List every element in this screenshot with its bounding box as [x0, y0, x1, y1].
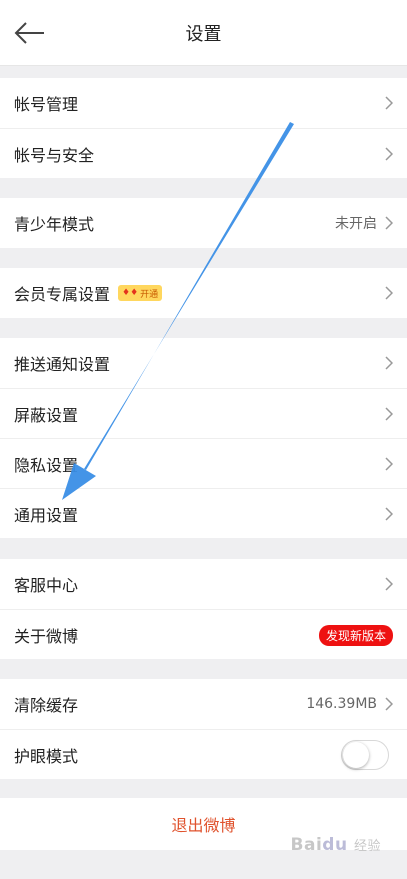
new-version-badge: 发现新版本	[318, 624, 393, 646]
row-label: 关于微博	[14, 626, 79, 646]
row-label: 通用设置	[14, 505, 79, 525]
privacy-settings-row[interactable]: 隐私设置	[0, 438, 407, 488]
row-label: 会员专属设置	[14, 285, 111, 304]
settings-group-youth: 青少年模式 未开启	[0, 198, 407, 248]
settings-group-account: 帐号管理 帐号与安全	[0, 78, 407, 178]
chevron-right-icon	[385, 407, 393, 421]
general-settings-row[interactable]: 通用设置	[0, 488, 407, 538]
eye-care-mode-row: 护眼模式	[0, 729, 407, 779]
watermark-text: Bai	[290, 835, 323, 855]
vip-open-badge: ♦♦ 开通	[118, 285, 163, 301]
row-label: 青少年模式	[14, 215, 95, 234]
chevron-right-icon	[385, 286, 393, 300]
vip-gem-icon: ♦♦	[122, 288, 139, 298]
chevron-right-icon	[385, 356, 393, 370]
chevron-right-icon	[385, 96, 393, 110]
account-security-row[interactable]: 帐号与安全	[0, 128, 407, 178]
customer-service-row[interactable]: 客服中心	[0, 559, 407, 609]
about-weibo-row[interactable]: 关于微博 发现新版本	[0, 609, 407, 659]
row-label: 隐私设置	[14, 455, 79, 475]
top-bar: 设置	[0, 0, 407, 66]
chevron-right-icon	[385, 216, 393, 230]
account-management-row[interactable]: 帐号管理	[0, 78, 407, 128]
row-label: 客服中心	[14, 576, 79, 595]
toggle-knob	[343, 742, 369, 768]
watermark-paw: du	[322, 835, 348, 855]
baidu-watermark: Baidu 经验	[291, 835, 381, 855]
vip-settings-row[interactable]: 会员专属设置 ♦♦ 开通	[0, 268, 407, 318]
row-label: 护眼模式	[14, 746, 79, 766]
watermark-sub: 经验	[353, 839, 381, 854]
eye-care-toggle[interactable]	[341, 740, 389, 770]
chevron-right-icon	[385, 577, 393, 591]
block-settings-row[interactable]: 屏蔽设置	[0, 388, 407, 438]
row-label: 清除缓存	[14, 696, 79, 715]
chevron-right-icon	[385, 697, 393, 711]
youth-mode-row[interactable]: 青少年模式 未开启	[0, 198, 407, 248]
settings-group-misc: 清除缓存 146.39MB 护眼模式	[0, 679, 407, 779]
settings-group-vip: 会员专属设置 ♦♦ 开通	[0, 268, 407, 318]
chevron-right-icon	[385, 457, 393, 471]
row-label: 帐号管理	[14, 95, 79, 114]
row-label: 推送通知设置	[14, 355, 111, 374]
vip-badge-text: 开通	[140, 289, 159, 300]
settings-group-support: 客服中心 关于微博 发现新版本	[0, 559, 407, 659]
clear-cache-row[interactable]: 清除缓存 146.39MB	[0, 679, 407, 729]
settings-group-general: 推送通知设置 屏蔽设置 隐私设置 通用设置	[0, 338, 407, 538]
youth-mode-status: 未开启	[335, 216, 377, 232]
chevron-right-icon	[385, 147, 393, 161]
push-notification-row[interactable]: 推送通知设置	[0, 338, 407, 388]
cache-size: 146.39MB	[306, 696, 377, 712]
row-label: 帐号与安全	[14, 145, 95, 165]
row-label: 屏蔽设置	[14, 405, 79, 425]
page-title: 设置	[185, 24, 222, 45]
chevron-right-icon	[385, 507, 393, 521]
